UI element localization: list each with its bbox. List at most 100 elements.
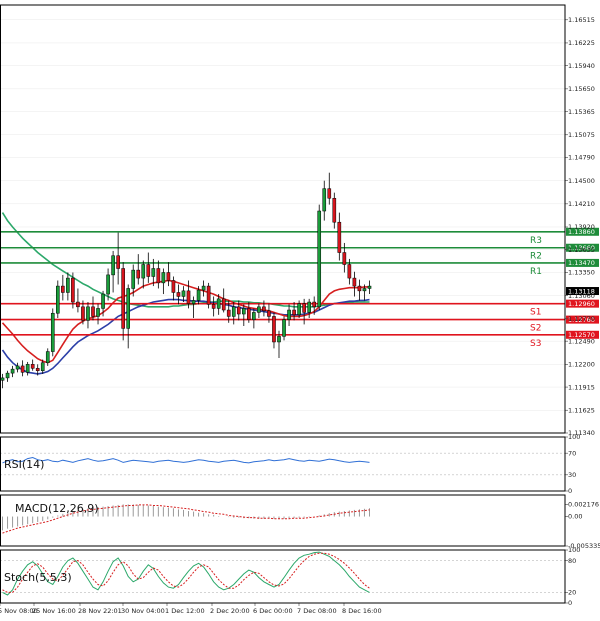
candle-body: [172, 280, 175, 292]
candle-body: [112, 256, 115, 275]
candle-body: [137, 270, 140, 278]
candle-body: [222, 299, 225, 310]
candle-body: [117, 256, 120, 269]
candle-body: [167, 273, 170, 281]
indicator-tick-label: 20: [568, 589, 576, 597]
candle-body: [86, 307, 89, 321]
candle-body: [323, 189, 326, 211]
price-tick-label: 1.12490: [568, 337, 595, 345]
candle-body: [36, 368, 39, 370]
candle-body: [132, 270, 135, 288]
candle-body: [217, 299, 220, 309]
candle-body: [313, 302, 316, 307]
candle-body: [257, 307, 260, 313]
candle-body: [66, 278, 69, 292]
candle-body: [142, 265, 145, 279]
time-tick-label: 1 Dec 12:00: [165, 607, 205, 615]
time-tick-label: 28 Nov 22:01: [78, 607, 122, 615]
candle-body: [247, 308, 250, 319]
price-tick-label: 1.16225: [568, 39, 595, 47]
candle-body: [333, 198, 336, 222]
candle-body: [192, 300, 195, 303]
candle-body: [11, 369, 14, 373]
candle-body: [202, 286, 205, 290]
level-name-s1: S1: [530, 308, 541, 318]
level-name-s3: S3: [530, 339, 541, 349]
candle-body: [46, 352, 49, 363]
candle-body: [76, 302, 79, 307]
time-tick-label: 30 Nov 04:00: [121, 607, 165, 615]
candle-body: [6, 373, 9, 378]
candle-body: [162, 273, 165, 283]
candle-body: [267, 311, 270, 317]
indicator-tick-label: 70: [568, 449, 576, 457]
level-tag-s1: 1.12960: [568, 300, 595, 308]
price-tick-label: 1.14500: [568, 177, 595, 185]
candle-body: [348, 265, 351, 279]
candle-body: [41, 363, 44, 371]
level-name-r3: R3: [530, 236, 542, 246]
candle-body: [207, 286, 210, 304]
price-tick-label: 1.12770: [568, 315, 595, 323]
level-name-r2: R2: [530, 252, 542, 262]
candle-body: [56, 286, 59, 313]
level-name-r1: R1: [530, 267, 542, 277]
candle-body: [177, 292, 180, 296]
candle-body: [277, 336, 280, 342]
indicator-tick-label: 0.002176: [568, 501, 599, 509]
candle-body: [16, 366, 19, 369]
candle-body: [91, 307, 94, 317]
price-tick-label: 1.14790: [568, 154, 595, 162]
candle-body: [147, 265, 150, 277]
candle-body: [287, 310, 290, 320]
candle-body: [127, 288, 130, 328]
candle-body: [237, 307, 240, 314]
candle-body: [232, 307, 235, 317]
price-tick-label: 1.13635: [568, 246, 595, 254]
price-tick-label: 1.11915: [568, 383, 595, 391]
candle-body: [197, 290, 200, 300]
price-tick-label: 1.15365: [568, 108, 595, 116]
time-tick-label: 8 Dec 16:00: [342, 607, 382, 615]
candle-body: [272, 316, 275, 342]
rsi-label: RSI(14): [4, 458, 44, 471]
price-tick-label: 1.13350: [568, 269, 595, 277]
level-name-s2: S2: [530, 324, 541, 334]
price-tick-label: 1.12200: [568, 361, 595, 369]
candle-body: [318, 211, 321, 307]
candle-body: [363, 288, 366, 290]
price-tick-label: 1.13920: [568, 223, 595, 231]
candle-body: [227, 310, 230, 316]
candle-body: [21, 366, 24, 372]
candle-body: [353, 278, 356, 286]
level-tag-r1: 1.13470: [568, 259, 595, 267]
candle-body: [81, 307, 84, 321]
price-tick-label: 1.14210: [568, 200, 595, 208]
candle-body: [1, 378, 4, 380]
candle-body: [182, 291, 185, 297]
indicator-tick-label: 0.00: [568, 513, 582, 521]
price-tick-label: 1.15075: [568, 131, 595, 139]
candle-body: [282, 320, 285, 337]
candle-body: [101, 294, 104, 308]
candle-body: [107, 275, 110, 294]
indicator-tick-label: 30: [568, 471, 576, 479]
candle-body: [328, 189, 331, 199]
candle-body: [51, 313, 54, 351]
candle-body: [293, 310, 296, 315]
candle-body: [61, 286, 64, 292]
candle-body: [187, 291, 190, 304]
price-tick-label: 1.16515: [568, 16, 595, 24]
candle-body: [26, 364, 29, 372]
candle-body: [303, 304, 306, 313]
indicator-tick-label: 0: [568, 487, 572, 495]
time-tick-label: 7 Dec 08:00: [297, 607, 337, 615]
indicator-tick-label: 100: [568, 433, 580, 441]
candle-body: [368, 286, 371, 288]
candle-body: [343, 253, 346, 265]
time-tick-label: 6 Dec 00:00: [253, 607, 293, 615]
candle-body: [262, 307, 265, 311]
stoch-label: Stoch(5,5,3): [4, 571, 72, 584]
price-tick-label: 1.15650: [568, 85, 595, 93]
macd-label: MACD(12,26,9): [15, 502, 99, 515]
